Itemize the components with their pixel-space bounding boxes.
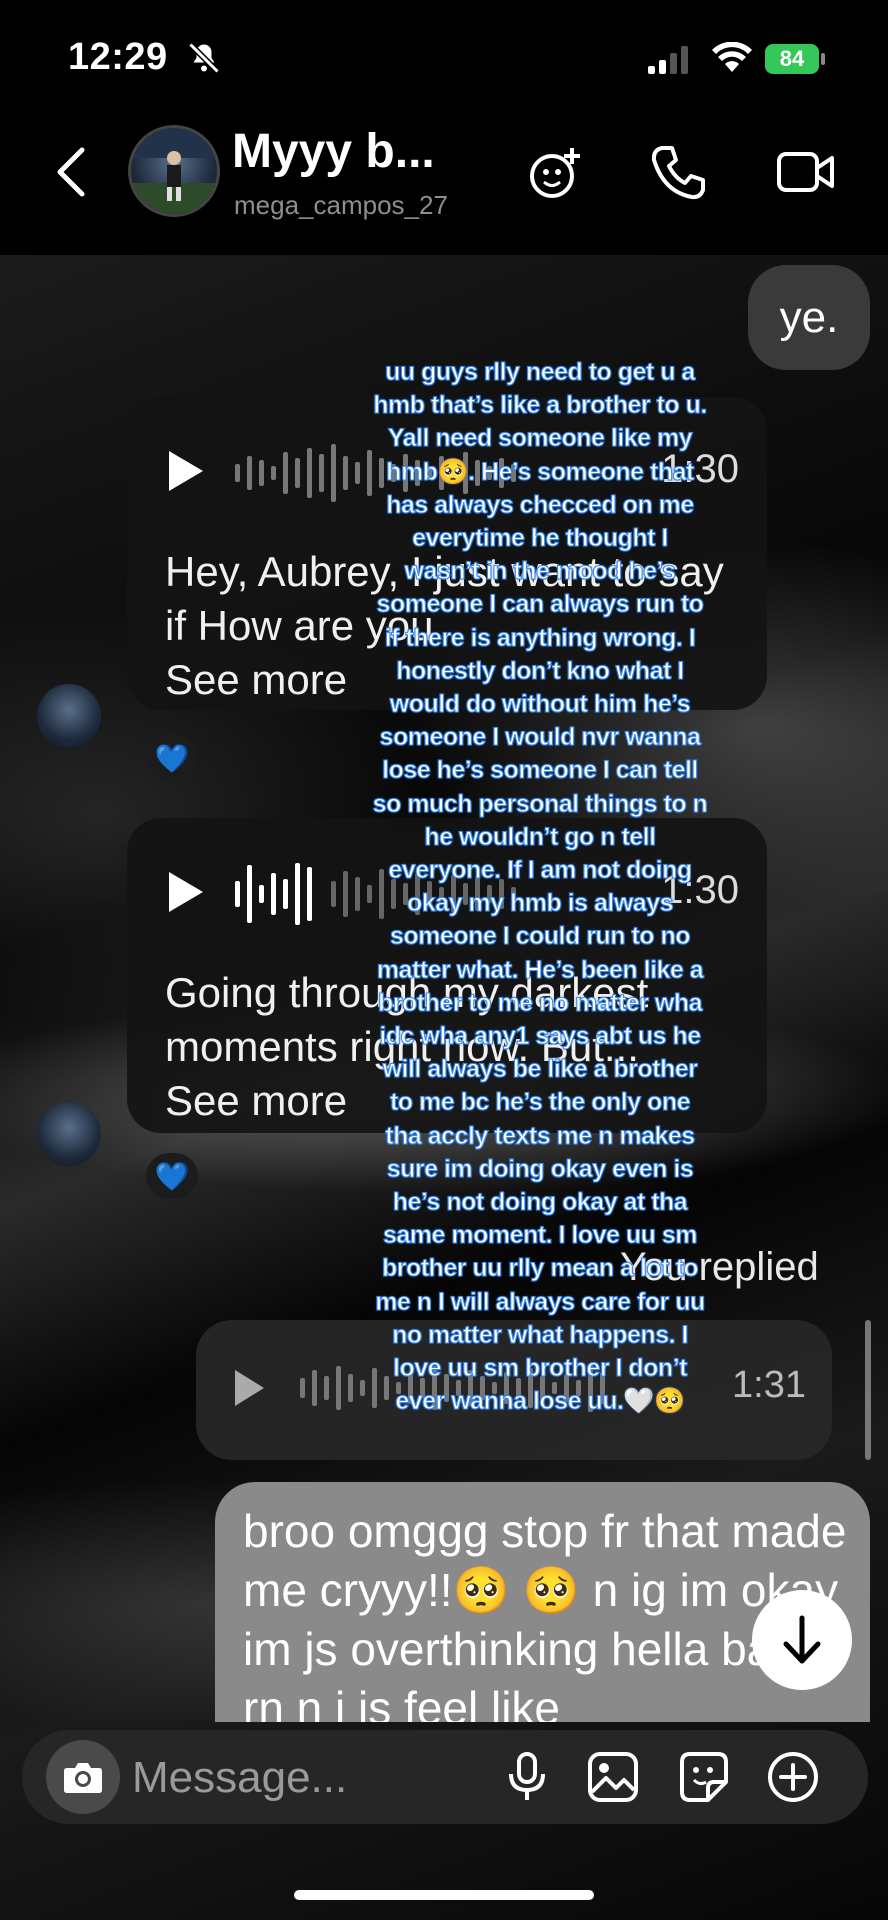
message-input[interactable] [130,1748,494,1808]
status-bar: 12:29 84 [0,0,888,120]
contact-name[interactable]: Myyy b... [232,124,435,179]
heart-reaction[interactable]: 💙 [146,1153,198,1199]
back-chevron-icon[interactable] [52,142,92,202]
chat-header: Myyy b... mega_campos_27 [0,120,888,255]
see-more-link[interactable]: See more [165,656,347,703]
voice-duration: 1:31 [732,1364,806,1406]
blue-heart-icon: 💙 [154,1160,190,1192]
play-icon[interactable] [165,870,205,914]
sticker-add-icon[interactable] [526,142,586,202]
overlay-caption: uu guys rlly need to get u a hmb that’s … [372,357,708,1416]
gallery-image-icon[interactable] [586,1750,640,1804]
contact-avatar[interactable] [128,125,220,217]
video-call-icon[interactable] [776,142,836,202]
phone-call-icon[interactable] [648,142,708,202]
see-more-link[interactable]: See more [165,1077,347,1124]
scroll-to-bottom-button[interactable] [752,1590,852,1690]
cellular-signal-icon [648,46,688,74]
home-indicator[interactable] [294,1890,594,1900]
wifi-icon [712,42,752,72]
sticker-icon[interactable] [676,1750,730,1804]
message-composer [22,1730,868,1824]
heart-reaction[interactable]: 💙 [146,735,198,781]
bell-slash-icon [188,42,220,74]
camera-button[interactable] [46,1740,120,1814]
scrollbar[interactable] [865,1320,871,1460]
sent-message-bubble[interactable]: ye. [748,265,870,370]
play-icon[interactable] [165,449,205,493]
camera-icon [64,1763,102,1793]
play-icon[interactable] [232,1368,266,1408]
sender-avatar[interactable] [37,684,101,748]
blue-heart-icon: 💙 [154,742,190,774]
battery-indicator: 84 [765,44,819,74]
arrow-down-icon [783,1615,821,1664]
sender-avatar[interactable] [37,1102,101,1166]
status-time: 12:29 [68,36,168,78]
player-photo-icon [131,128,217,214]
microphone-icon[interactable] [500,1750,554,1804]
battery-tip [821,53,825,65]
battery-level: 84 [779,46,805,71]
contact-username: mega_campos_27 [234,190,448,220]
sent-message-text: ye. [779,292,839,342]
plus-circle-icon[interactable] [766,1750,820,1804]
